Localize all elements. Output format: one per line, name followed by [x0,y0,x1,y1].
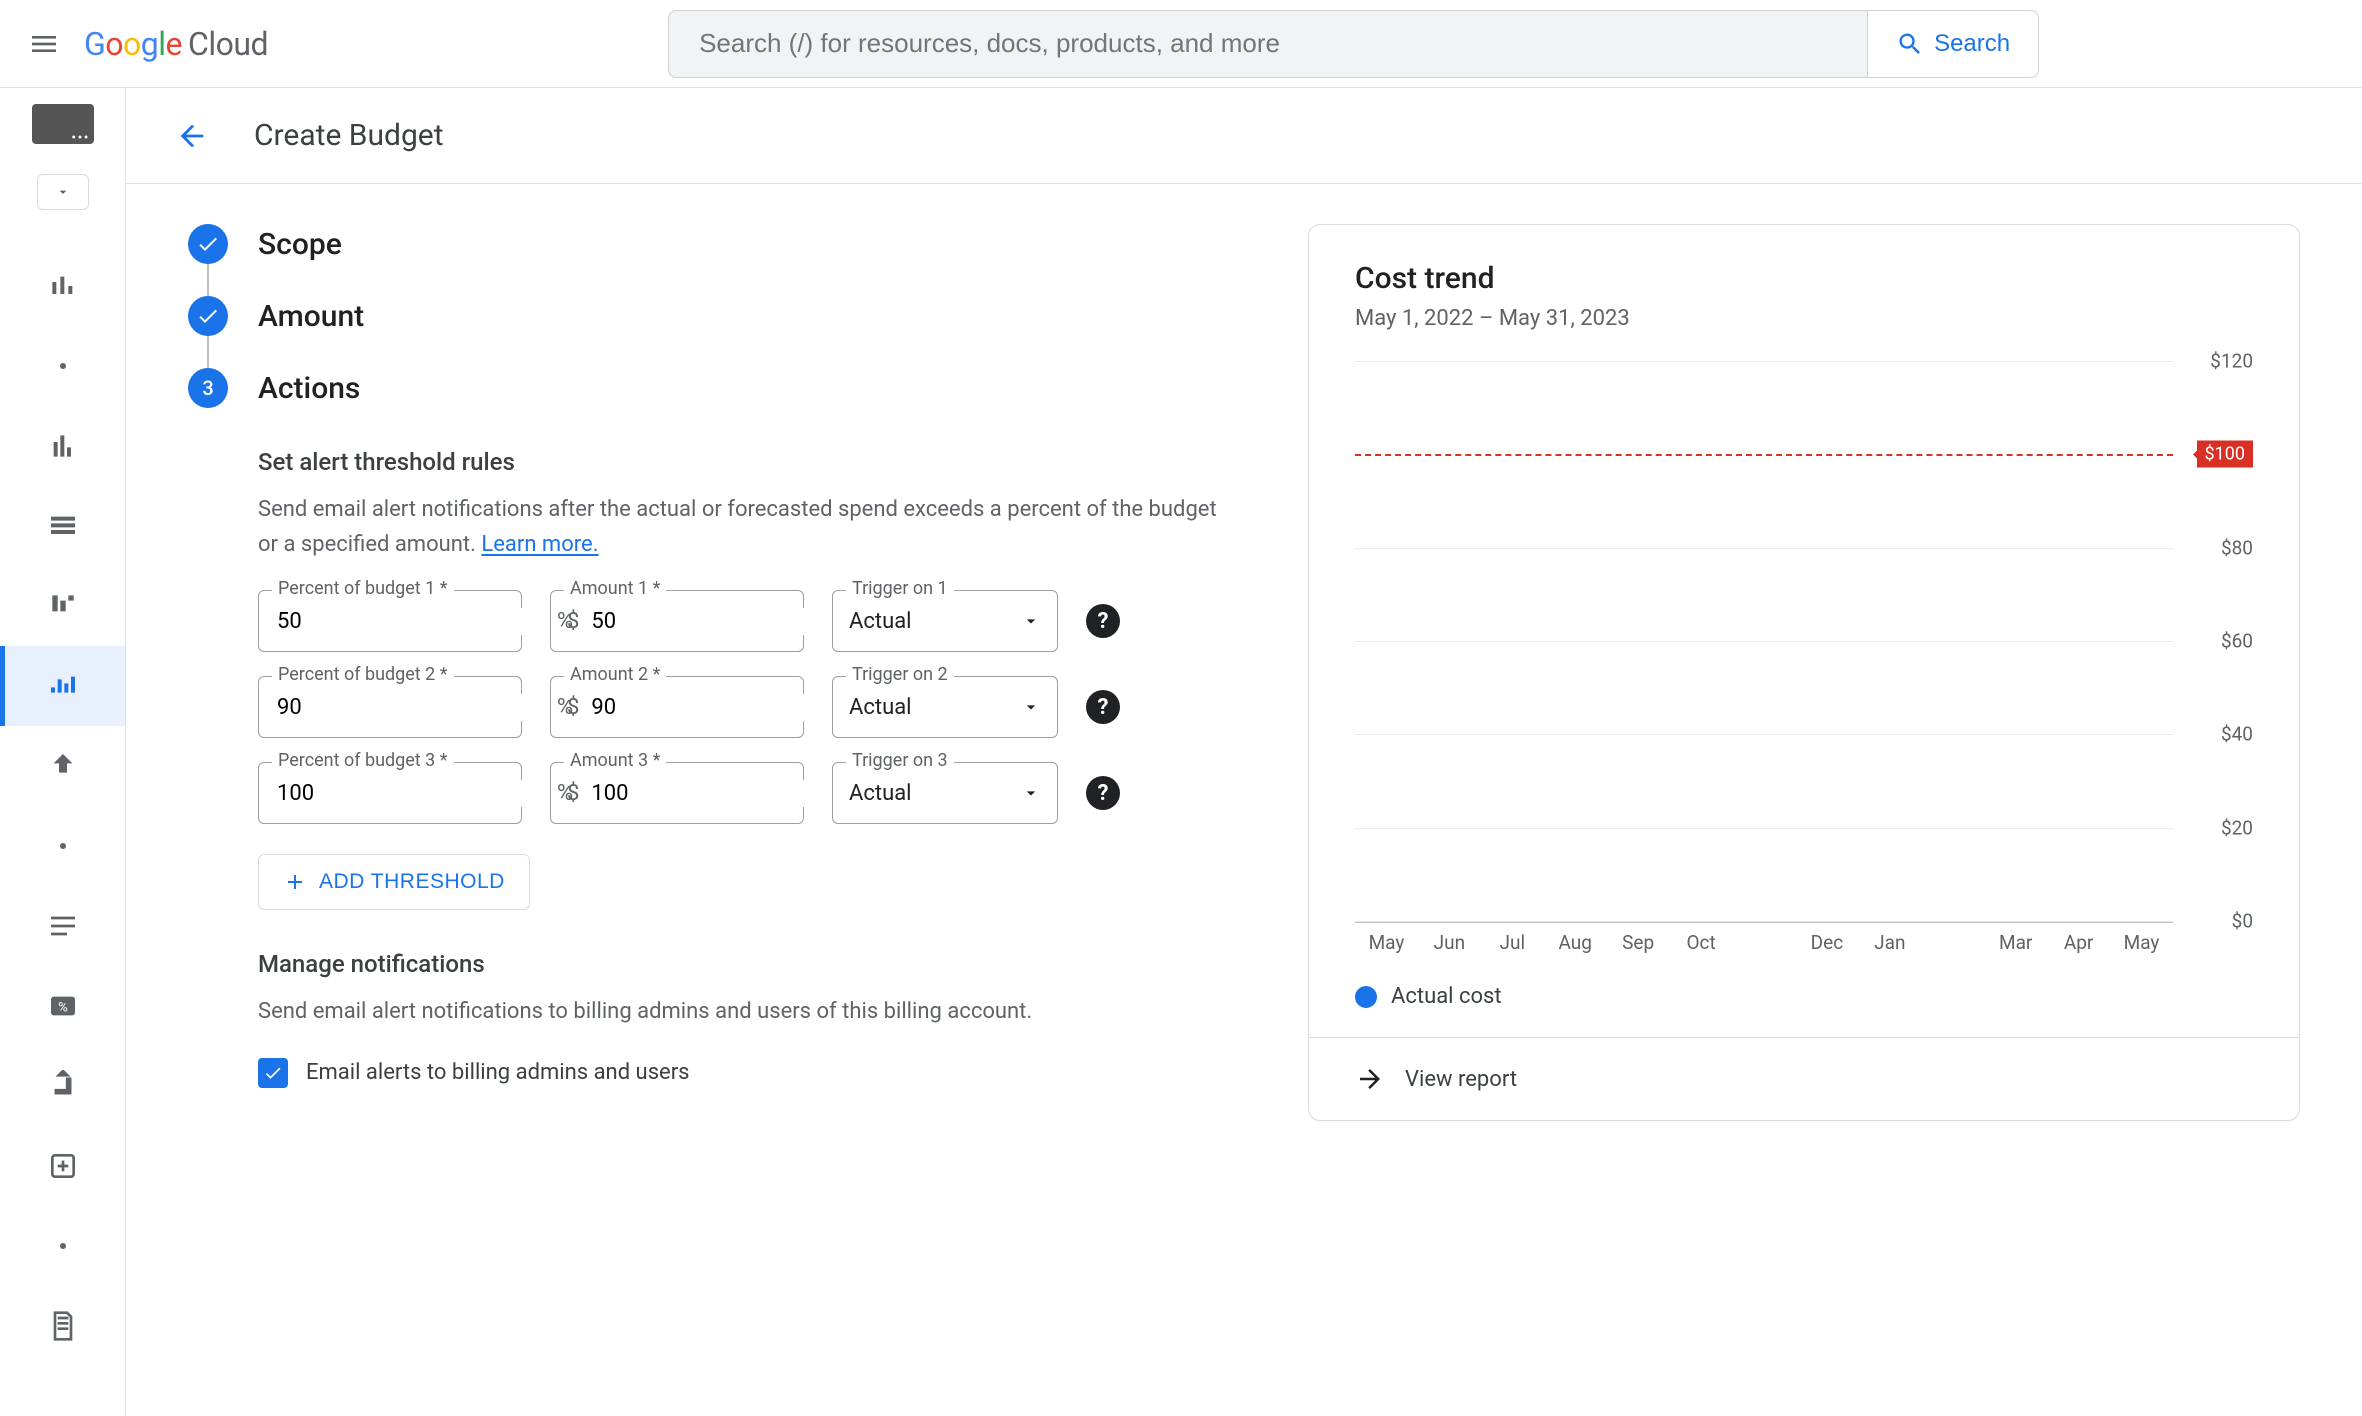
check-icon [196,232,220,256]
billing-account-icon[interactable] [32,104,94,144]
alert-thresholds-heading: Set alert threshold rules [258,448,1248,476]
step-scope[interactable]: Scope [188,224,1248,264]
check-icon [263,1063,283,1083]
percent-of-budget-1[interactable]: % [258,590,522,652]
percent-of-budget-2[interactable]: % [258,676,522,738]
manage-notifications-heading: Manage notifications [258,950,1248,978]
percent-of-budget-3[interactable]: % [258,762,522,824]
trigger-on-1[interactable]: Actual [832,590,1058,652]
nav-item-8[interactable] [0,806,125,886]
manage-notifications-section: Manage notifications Send email alert no… [188,950,1248,1087]
expand-rail-button[interactable] [37,174,89,210]
back-button[interactable] [170,114,214,158]
google-cloud-logo[interactable]: Google Cloud [84,25,268,63]
email-alerts-checkbox[interactable] [258,1058,288,1088]
amount-3[interactable]: $ [550,762,804,824]
nav-item-1[interactable] [0,246,125,326]
nav-item-5[interactable] [0,566,125,646]
plus-icon [283,870,307,894]
nav-item-10[interactable]: % [0,966,125,1046]
alert-thresholds-description: Send email alert notifications after the… [258,492,1238,562]
left-nav-rail: % [0,88,126,1416]
check-icon [196,304,220,328]
legend-swatch-actual [1355,986,1377,1008]
cost-trend-subtitle: May 1, 2022 – May 31, 2023 [1355,306,2253,331]
view-report-link[interactable]: View report [1309,1037,2299,1120]
cost-trend-title: Cost trend [1355,261,2253,296]
search-icon [1896,30,1924,58]
threshold-row: Percent of budget 3 * % Amount 3 * $ [258,762,1248,824]
amount-2[interactable]: $ [550,676,804,738]
page-header: Create Budget [126,88,2362,184]
nav-item-3[interactable] [0,406,125,486]
manage-notifications-description: Send email alert notifications to billin… [258,994,1238,1029]
nav-item-12[interactable] [0,1126,125,1206]
help-icon[interactable]: ? [1086,604,1120,638]
nav-item-budgets[interactable] [0,646,125,726]
nav-item-9[interactable] [0,886,125,966]
nav-item-7[interactable] [0,726,125,806]
nav-item-2[interactable] [0,326,125,406]
step-amount[interactable]: Amount [188,296,1248,336]
learn-more-link[interactable]: Learn more. [481,532,598,557]
threshold-row: Percent of budget 2 * % Amount 2 * $ [258,676,1248,738]
arrow-forward-icon [1355,1064,1385,1094]
top-bar: Google Cloud Search [0,0,2362,88]
email-alerts-label: Email alerts to billing admins and users [306,1060,690,1085]
trigger-on-3[interactable]: Actual [832,762,1058,824]
chevron-down-icon [1021,611,1041,631]
amount-1[interactable]: $ [550,590,804,652]
nav-item-13[interactable] [0,1206,125,1286]
cost-trend-chart: $0$20$40$60$80$120$100 [1355,361,2253,921]
cost-trend-card: Cost trend May 1, 2022 – May 31, 2023 $0… [1308,224,2300,1121]
search-button[interactable]: Search [1868,10,2039,78]
nav-item-11[interactable] [0,1046,125,1126]
arrow-back-icon [175,119,209,153]
trigger-on-2[interactable]: Actual [832,676,1058,738]
threshold-row: Percent of budget 1 * % Amount 1 * $ [258,590,1248,652]
help-icon[interactable]: ? [1086,690,1120,724]
chart-legend: Actual cost [1355,984,2253,1009]
help-icon[interactable]: ? [1086,776,1120,810]
chevron-down-icon [1021,697,1041,717]
chart-x-axis: MayJunJulAugSepOct_DecJan_MarAprMay [1355,931,2253,954]
search-input[interactable] [668,10,1868,78]
stepper: Scope Amount 3 Actions [188,224,1248,408]
svg-text:%: % [58,1000,68,1015]
nav-item-4[interactable] [0,486,125,566]
add-threshold-button[interactable]: ADD THRESHOLD [258,854,530,910]
menu-icon[interactable] [20,20,68,68]
step-actions[interactable]: 3 Actions [188,368,1248,408]
nav-item-14[interactable] [0,1286,125,1366]
chevron-down-icon [1021,783,1041,803]
page-title: Create Budget [254,118,444,153]
alert-thresholds-section: Set alert threshold rules Send email ale… [188,448,1248,910]
